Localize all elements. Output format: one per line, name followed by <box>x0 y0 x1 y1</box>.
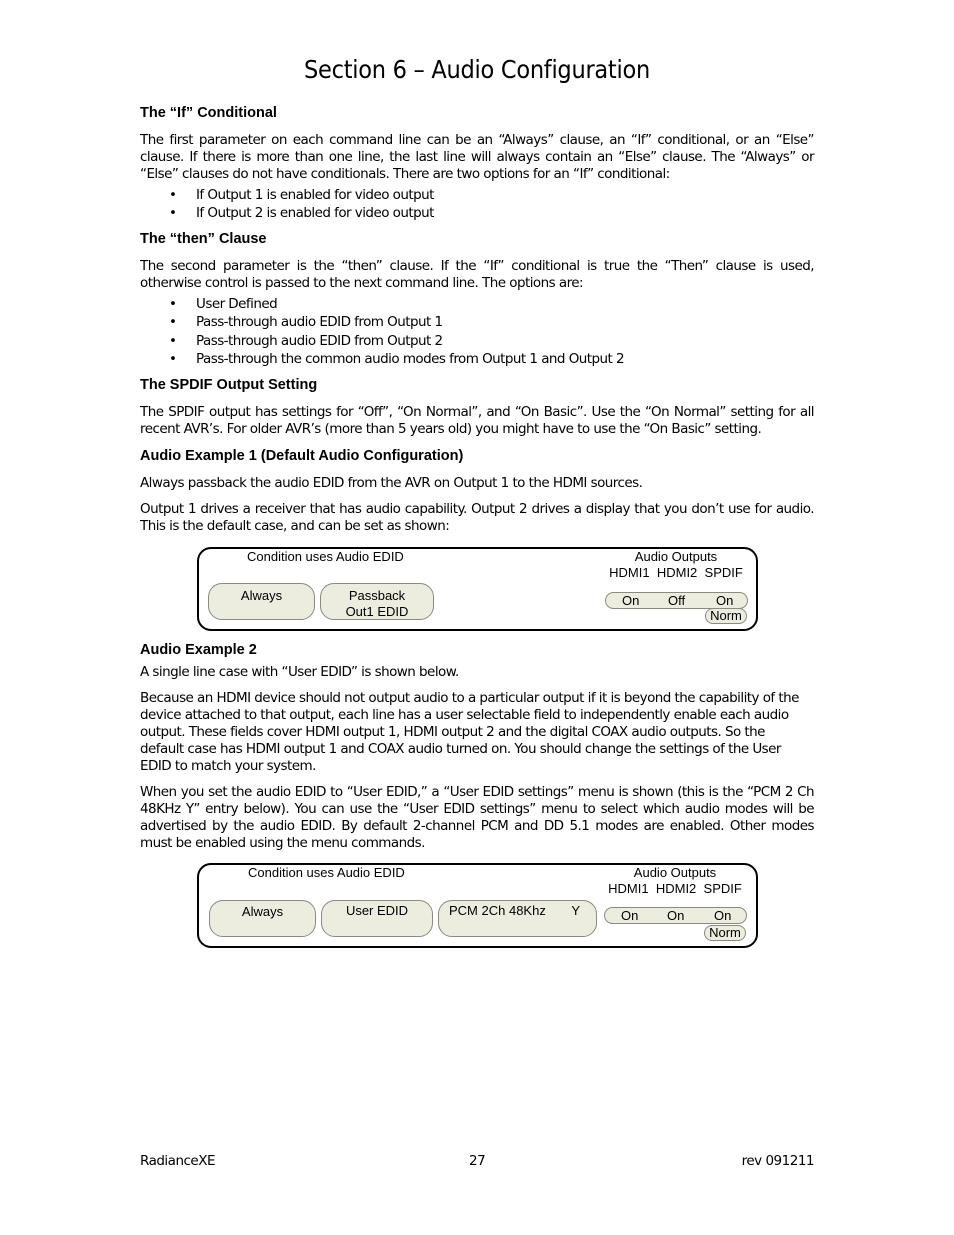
paragraph-example-2c: When you set the audio EDID to “User EDI… <box>140 784 815 851</box>
outputs-toggle-bar[interactable]: On Off On <box>605 592 748 609</box>
document-page: Section 6 – Audio Configuration The “If”… <box>0 0 954 1235</box>
output-names: HDMI1 HDMI2 SPDIF <box>608 881 742 896</box>
footer-product: RadianceXE <box>140 1153 216 1169</box>
hdmi1-toggle[interactable]: On <box>621 908 638 923</box>
output-names: HDMI1 HDMI2 SPDIF <box>609 565 743 580</box>
heading-then-clause: The “then” Clause <box>140 231 267 247</box>
bullet-icon: • <box>169 187 177 203</box>
footer-page-number: 27 <box>469 1153 486 1169</box>
hdmi1-toggle[interactable]: On <box>622 593 639 608</box>
hdmi2-toggle[interactable]: On <box>667 908 684 923</box>
list-item: • Pass-through the common audio modes fro… <box>169 350 625 367</box>
page-title: Section 6 – Audio Configuration <box>304 55 650 84</box>
then-options-list: • User Defined • Pass-through audio EDID f… <box>140 295 625 368</box>
condition-label: Condition uses Audio EDID <box>248 865 405 880</box>
list-item: • User Defined <box>169 296 278 312</box>
paragraph-spdif: The SPDIF output has settings for “Off”,… <box>140 404 815 437</box>
heading-spdif: The SPDIF Output Setting <box>140 377 318 393</box>
bullet-icon: • <box>169 350 177 367</box>
then-user-edid-button[interactable]: User EDID <box>321 900 433 937</box>
spdif-mode-toggle[interactable]: Norm <box>704 925 746 941</box>
spdif-toggle[interactable]: On <box>714 908 731 923</box>
example-2-diagram: Condition uses Audio EDID Always User ED… <box>197 863 758 948</box>
condition-always-button[interactable]: Always <box>209 900 316 937</box>
list-item: • If Output 2 is enabled for video output <box>169 205 434 222</box>
bullet-icon: • <box>169 296 177 312</box>
paragraph-example-1b: Output 1 drives a receiver that has audi… <box>140 501 815 534</box>
mode-enabled-value: Y <box>571 903 580 918</box>
bullet-icon: • <box>169 332 177 349</box>
bullet-icon: • <box>169 314 177 331</box>
heading-example-1: Audio Example 1 (Default Audio Configura… <box>140 448 464 464</box>
then-passback-button[interactable]: Passback Out1 EDID <box>320 583 434 620</box>
list-item: • Pass-through audio EDID from Output 1 <box>169 314 443 331</box>
paragraph-example-2a: A single line case with “User EDID” is s… <box>140 664 459 680</box>
spdif-mode-toggle[interactable]: Norm <box>705 608 747 624</box>
user-edid-mode-button[interactable]: PCM 2Ch 48Khz Y <box>438 900 597 937</box>
paragraph-example-1a: Always passback the audio EDID from the … <box>140 475 643 491</box>
audio-outputs-header: Audio Outputs HDMI1 HDMI2 SPDIF <box>605 865 745 897</box>
condition-label: Condition uses Audio EDID <box>247 549 404 564</box>
paragraph-if-conditional: The first parameter on each command line… <box>140 132 815 182</box>
list-item: • If Output 1 is enabled for video output <box>169 187 434 203</box>
list-item: • Pass-through audio EDID from Output 2 <box>169 332 443 349</box>
condition-always-button[interactable]: Always <box>208 583 315 620</box>
bullet-icon: • <box>169 205 177 222</box>
example-1-diagram: Condition uses Audio EDID Always Passbac… <box>197 547 758 631</box>
paragraph-then-clause: The second parameter is the “then” claus… <box>140 258 815 291</box>
spdif-toggle[interactable]: On <box>716 593 733 608</box>
mode-name: PCM 2Ch 48Khz <box>449 903 546 918</box>
outputs-toggle-bar[interactable]: On On On <box>604 907 747 924</box>
audio-outputs-header: Audio Outputs HDMI1 HDMI2 SPDIF <box>606 549 746 581</box>
heading-if-conditional: The “If” Conditional <box>140 105 277 121</box>
heading-example-2: Audio Example 2 <box>140 642 257 658</box>
footer-revision: rev 091211 <box>741 1153 815 1169</box>
if-options-list: • If Output 1 is enabled for video output… <box>140 186 434 223</box>
paragraph-example-2b: Because an HDMI device should not output… <box>140 690 799 774</box>
hdmi2-toggle[interactable]: Off <box>668 593 685 608</box>
